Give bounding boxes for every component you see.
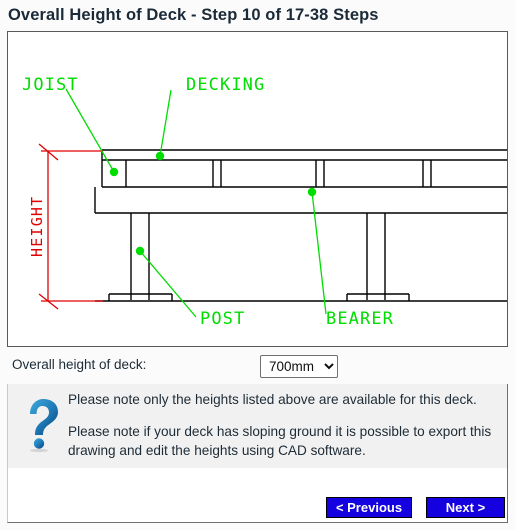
note-line-2: Please note if your deck has sloping gro…	[68, 424, 492, 458]
bearer-point	[307, 187, 317, 197]
deck-cross-section-diagram: HEIGHT JOIST DECKING POST BEARER	[7, 31, 508, 347]
next-button[interactable]: Next >	[426, 497, 505, 518]
height-form-row: Overall height of deck: 700mm	[7, 352, 508, 384]
post-point	[135, 246, 145, 256]
joist-point	[109, 167, 119, 177]
joist-label: JOIST	[22, 75, 79, 95]
height-dimension	[38, 143, 103, 310]
post-label: POST	[200, 309, 245, 329]
note-line-1: Please note only the heights listed abov…	[68, 392, 477, 407]
page-title: Overall Height of Deck - Step 10 of 17-3…	[8, 6, 379, 24]
height-dimension-label: HEIGHT	[28, 196, 46, 257]
previous-button[interactable]: < Previous	[326, 497, 412, 518]
annotation-leaders	[65, 88, 327, 318]
information-note-panel: Please note only the heights listed abov…	[7, 384, 508, 468]
deck-linework	[94, 149, 507, 302]
bearer-label: BEARER	[326, 309, 394, 329]
question-mark-icon	[20, 397, 64, 453]
decking-point	[155, 151, 165, 161]
decking-label: DECKING	[186, 75, 265, 95]
overall-height-select[interactable]: 700mm	[260, 355, 338, 378]
note-text: Please note only the heights listed abov…	[68, 390, 498, 460]
navigation-bar: < Previous Next >	[7, 468, 508, 523]
height-field-label: Overall height of deck:	[12, 357, 147, 372]
wizard-step-page: Overall Height of Deck - Step 10 of 17-3…	[0, 0, 515, 530]
